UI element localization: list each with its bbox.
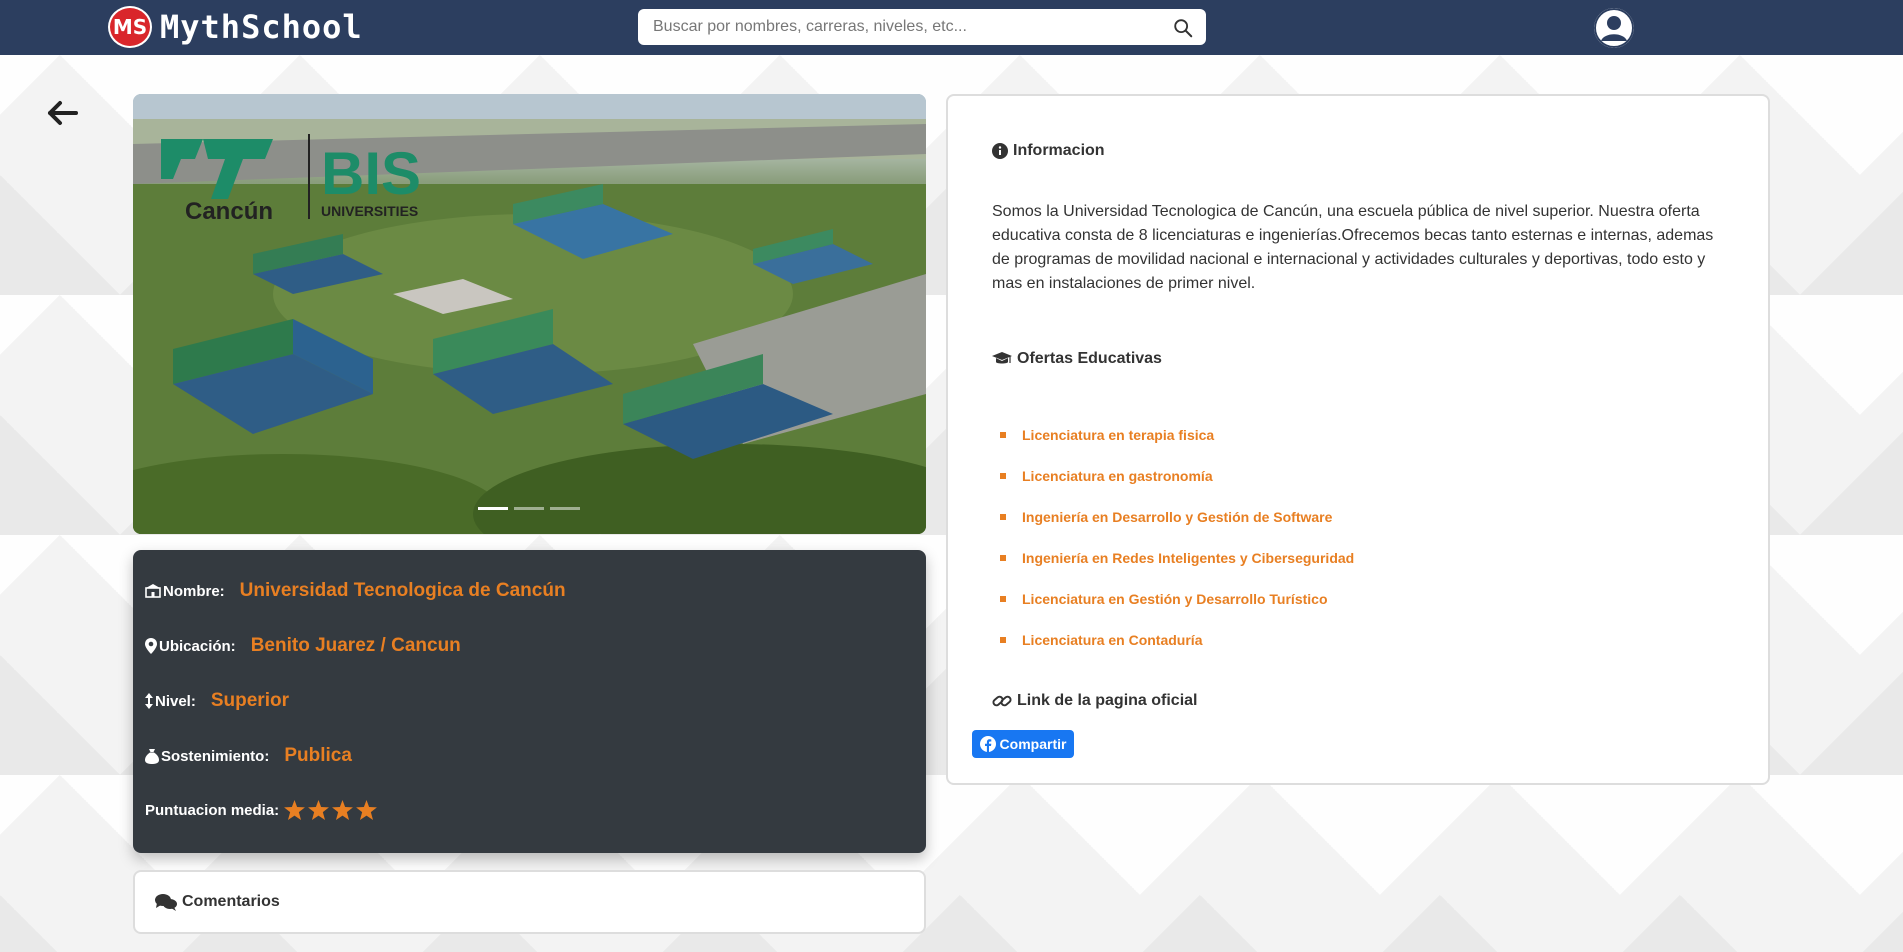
comments-icon bbox=[155, 894, 177, 911]
star-icon bbox=[332, 800, 354, 820]
star-icon bbox=[284, 800, 306, 820]
school-summary-card: Nombre: Universidad Tecnologica de Cancú… bbox=[133, 550, 926, 853]
facebook-share-button[interactable]: Compartir bbox=[972, 730, 1074, 758]
back-arrow-icon[interactable] bbox=[46, 96, 80, 130]
search-bar bbox=[638, 9, 1206, 45]
funding-value: Publica bbox=[284, 745, 352, 766]
ofertas-title: Ofertas Educativas bbox=[1017, 350, 1162, 367]
school-building-icon bbox=[145, 584, 161, 598]
location-pin-icon bbox=[145, 638, 157, 654]
school-level-row: Nivel: Superior bbox=[145, 690, 289, 712]
level-label: Nivel: bbox=[155, 692, 196, 710]
oferta-item[interactable]: Licenciatura en Contaduría bbox=[1000, 619, 1354, 660]
location-label: Ubicación: bbox=[159, 637, 236, 655]
carousel-indicator[interactable] bbox=[514, 507, 544, 510]
oferta-item[interactable]: Ingeniería en Desarrollo y Gestión de So… bbox=[1000, 496, 1354, 537]
comments-section[interactable]: Comentarios bbox=[133, 870, 926, 934]
oferta-item[interactable]: Ingeniería en Redes Inteligentes y Ciber… bbox=[1000, 537, 1354, 578]
carousel-indicator[interactable] bbox=[478, 507, 508, 510]
star-icon bbox=[356, 800, 378, 820]
info-title: Informacion bbox=[1013, 142, 1105, 159]
school-name-label: Nombre: bbox=[163, 582, 225, 600]
oferta-item[interactable]: Licenciatura en gastronomía bbox=[1000, 455, 1354, 496]
school-funding-row: Sostenimiento: Publica bbox=[145, 745, 352, 767]
rating-stars bbox=[284, 800, 378, 820]
official-link-title: Link de la pagina oficial bbox=[1017, 692, 1198, 709]
money-bag-icon bbox=[145, 749, 159, 764]
svg-text:BIS: BIS bbox=[321, 140, 421, 207]
facebook-icon bbox=[979, 736, 996, 752]
site-logo[interactable]: MS MythSchool bbox=[108, 6, 363, 48]
info-heading: Informacion bbox=[992, 142, 1105, 160]
oferta-item[interactable]: Licenciatura en terapia fisica bbox=[1000, 414, 1354, 455]
info-icon bbox=[992, 143, 1008, 159]
school-name-value: Universidad Tecnologica de Cancún bbox=[239, 580, 566, 601]
search-input[interactable] bbox=[638, 18, 1158, 36]
graduation-cap-icon bbox=[992, 352, 1012, 364]
share-label: Compartir bbox=[999, 736, 1067, 752]
user-avatar-icon[interactable] bbox=[1594, 8, 1634, 48]
oferta-item[interactable]: Licenciatura en Gestión y Desarrollo Tur… bbox=[1000, 578, 1354, 619]
rating-label: Puntuacion media: bbox=[145, 801, 280, 819]
school-rating-row: Puntuacion media: bbox=[145, 800, 378, 820]
star-icon bbox=[308, 800, 330, 820]
school-details-card: Informacion Somos la Universidad Tecnolo… bbox=[946, 94, 1770, 785]
logo-badge: MS bbox=[108, 6, 152, 48]
carousel-indicators bbox=[478, 507, 580, 510]
school-description: Somos la Universidad Tecnologica de Canc… bbox=[992, 203, 1714, 292]
official-link[interactable]: Link de la pagina oficial bbox=[992, 692, 1197, 710]
school-location-row: Ubicación: Benito Juarez / Cancun bbox=[145, 635, 461, 657]
ofertas-heading: Ofertas Educativas bbox=[992, 350, 1162, 368]
search-icon[interactable] bbox=[1172, 17, 1194, 39]
logo-text-universities: UNIVERSITIES bbox=[321, 203, 418, 219]
carousel-indicator[interactable] bbox=[550, 507, 580, 510]
location-value: Benito Juarez / Cancun bbox=[250, 635, 461, 656]
comments-title: Comentarios bbox=[182, 893, 280, 910]
campus-aerial-photo: BIS Cancún UNIVERSITIES bbox=[133, 94, 926, 534]
ofertas-list: Licenciatura en terapia fisica Licenciat… bbox=[1000, 414, 1354, 660]
school-image-carousel[interactable]: BIS Cancún UNIVERSITIES bbox=[133, 94, 926, 534]
school-name-row: Nombre: Universidad Tecnologica de Cancú… bbox=[145, 580, 566, 602]
funding-label: Sostenimiento: bbox=[161, 747, 270, 765]
top-navbar: MS MythSchool bbox=[0, 0, 1903, 55]
level-arrows-icon bbox=[145, 693, 153, 709]
level-value: Superior bbox=[210, 690, 289, 711]
logo-text-cancun: Cancún bbox=[185, 198, 273, 225]
logo-text: MythSchool bbox=[160, 8, 363, 46]
link-icon bbox=[992, 695, 1012, 707]
